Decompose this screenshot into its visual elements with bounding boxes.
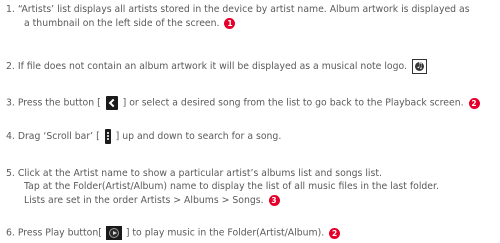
step-4-text-pre: 4. Drag ‘Scroll bar’ [ (6, 131, 100, 142)
step-1-text-1: 1. “Artists’ list displays all artists s… (6, 4, 470, 15)
callout-badge-2: 2 (468, 97, 480, 109)
music-note-icon (411, 59, 427, 74)
play-button-icon (105, 226, 122, 240)
callout-badge-1: 1 (224, 18, 236, 29)
step-1-line-1: 1. “Artists’ list displays all artists s… (6, 3, 470, 16)
step-5-line-2: Tap at the Folder(Artist/Album) name to … (24, 180, 439, 193)
step-4-text-post: ] up and down to search for a song. (115, 131, 282, 142)
step-1-line-2: a thumbnail on the left side of the scre… (24, 17, 236, 30)
step-3-line: 3. Press the button [ ] or select a desi… (6, 96, 480, 110)
step-3-text-pre: 3. Press the button [ (6, 97, 101, 109)
step-5-text-2: Tap at the Folder(Artist/Album) name to … (24, 181, 439, 192)
step-5-text-3: Lists are set in the order Artists > Alb… (24, 195, 264, 206)
step-2-line: 2. If file does not contain an album art… (6, 59, 429, 74)
step-3-text-post: ] or select a desired song from the list… (122, 97, 464, 109)
step-2-text: 2. If file does not contain an album art… (6, 61, 407, 72)
step-1-text-2: a thumbnail on the left side of the scre… (24, 18, 220, 29)
step-5-text-1: 5. Click at the Artist name to show a pa… (6, 168, 382, 179)
step-5-line-1: 5. Click at the Artist name to show a pa… (6, 167, 382, 180)
step-6-line: 6. Press Play button[ ] to play music in… (6, 226, 341, 240)
callout-badge-2: 2 (329, 227, 341, 239)
callout-badge-3: 3 (268, 195, 280, 206)
step-6-text-pre: 6. Press Play button[ (6, 227, 102, 239)
step-6-text-post: ] to play music in the Folder(Artist/Alb… (125, 227, 325, 239)
back-chevron-icon (105, 96, 118, 110)
step-4-line: 4. Drag ‘Scroll bar’ [ ] up and down to … (6, 129, 281, 144)
step-5-line-3: Lists are set in the order Artists > Alb… (24, 194, 280, 207)
scroll-bar-icon (104, 129, 111, 144)
